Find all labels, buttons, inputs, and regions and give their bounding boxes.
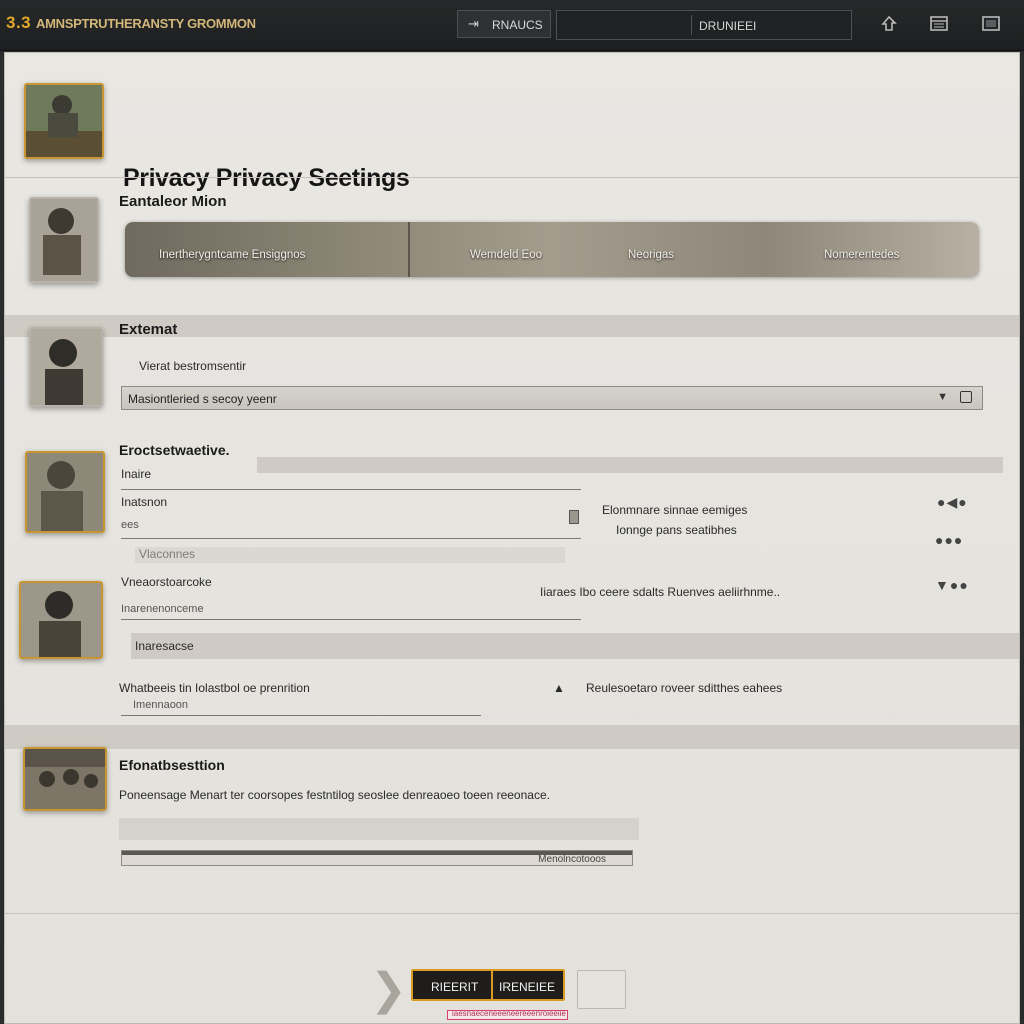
- section-notifications-heading: Efonatbsesttion: [119, 757, 225, 773]
- section-notifications-thumbnail: [23, 747, 107, 811]
- section-fields-thumbnail-2: [19, 581, 103, 659]
- nav-arrow-icon: ⇥: [468, 16, 479, 31]
- section-fields-thumbnail: [25, 451, 105, 533]
- group-image-icon: [25, 749, 105, 809]
- section-external-heading: Extemat: [119, 321, 178, 338]
- notifications-progress-bar[interactable]: Menolncotooos: [121, 850, 633, 866]
- field4-input[interactable]: [121, 715, 481, 716]
- section-band: [135, 547, 565, 563]
- field2-input[interactable]: [121, 538, 581, 539]
- strip-item[interactable]: Inertherygntcame Ensiggnos: [125, 222, 410, 277]
- soldier-avatar-icon: [31, 199, 97, 281]
- divider: [5, 177, 1019, 178]
- nav-tab-label: RNAUCS: [492, 18, 543, 32]
- toggle-switch[interactable]: ▼●●: [935, 577, 969, 593]
- strip-item-label: Wemdeld Eoo: [470, 249, 543, 261]
- chevron-right-icon[interactable]: ❯: [370, 964, 407, 1015]
- media-strip[interactable]: Inertherygntcame Ensiggnos Wemdeld Eoo N…: [125, 222, 979, 277]
- footer-link-text: iaesnaeceneeeneereeenroieeiie: [452, 1009, 566, 1018]
- strip-item-label: Neorigas: [628, 249, 675, 261]
- search-input[interactable]: DRUNIEEI: [556, 10, 852, 40]
- notifications-slider[interactable]: [119, 818, 639, 840]
- right-option3: Reulesoetaro roveer sditthes eahees: [586, 681, 783, 695]
- section-band: [131, 633, 1019, 659]
- notifications-description: Poneensage Menart ter coorsopes festntil…: [119, 788, 550, 802]
- field3-value: Inarenenonceme: [121, 603, 204, 615]
- toggle-switch[interactable]: ●●●: [935, 532, 963, 548]
- nav-tab-button[interactable]: ⇥ RNAUCS: [457, 10, 551, 38]
- strip-item[interactable]: Wemdeld Eoo: [410, 222, 610, 277]
- soldier-avatar-icon: [27, 453, 103, 531]
- external-dropdown[interactable]: Masiontleried s secoy yeenr ▼: [121, 386, 983, 410]
- top-bar: 3.3 AMNSPTRUTHERANSTY GROMMON ⇥ RNAUCS D…: [0, 0, 1024, 51]
- section-fields-heading: Eroctsetwaetive.: [119, 442, 230, 458]
- field-clear-icon[interactable]: [569, 510, 579, 524]
- header-thumbnail: [24, 83, 104, 159]
- warning-icon: ▲: [553, 681, 565, 695]
- primary-right-label[interactable]: IRENEIEE: [499, 980, 555, 994]
- strip-item-label: Inertherygntcame Ensiggnos: [159, 249, 306, 261]
- section-band: [5, 725, 1019, 749]
- chevron-down-icon[interactable]: ▼: [937, 391, 948, 403]
- search-divider: [691, 15, 692, 35]
- settings-panel: Privacy Privacy Seetings Eantaleor Mion …: [4, 52, 1020, 1024]
- section-media-thumbnail: [29, 197, 99, 283]
- brand-number: 3.3: [6, 13, 32, 32]
- secondary-button[interactable]: [577, 970, 626, 1009]
- band-label: Inaresacse: [135, 639, 194, 653]
- primary-action-button[interactable]: RIEERIT IRENEIEE: [411, 969, 565, 1001]
- section-media-heading: Eantaleor Mion: [119, 193, 227, 210]
- field2-value: ees: [121, 519, 139, 531]
- strip-item[interactable]: Nomerentedes: [780, 222, 979, 277]
- field2-label: Inatsnon: [121, 495, 168, 509]
- toggle-switch[interactable]: ●◀●: [937, 494, 968, 511]
- page-title: Privacy Privacy Seetings: [123, 164, 410, 192]
- field3-input[interactable]: [121, 619, 581, 620]
- calendar-icon[interactable]: [960, 391, 972, 403]
- field3-label: Vneaorstoarcoke: [121, 575, 212, 589]
- soldier-avatar-icon: [31, 329, 101, 405]
- field1-label: Inaire: [121, 467, 152, 481]
- button-separator: [491, 971, 493, 999]
- field4-label: Whatbeeis tin Iolastbol oe prenrition: [119, 681, 310, 695]
- section-band: [257, 457, 1003, 473]
- search-label: DRUNIEEI: [699, 19, 757, 33]
- strip-item[interactable]: Neorigas: [610, 222, 780, 277]
- external-label: Vierat bestromsentir: [139, 359, 247, 373]
- right-option1-line2: Ionnge pans seatibhes: [616, 523, 737, 537]
- progress-label: Menolncotooos: [538, 854, 606, 865]
- refresh-icon[interactable]: [879, 14, 899, 34]
- display-icon[interactable]: [929, 14, 949, 34]
- strip-item-label: Nomerentedes: [824, 249, 900, 261]
- right-option2: Iiaraes Ibo ceere sdalts Ruenves aeliirh…: [540, 585, 781, 599]
- field4-placeholder: Imennaoon: [133, 699, 189, 711]
- brand-name[interactable]: AMNSPTRUTHERANSTY GROMMON: [36, 16, 256, 31]
- section-external-thumbnail: [29, 327, 103, 407]
- primary-left-label[interactable]: RIEERIT: [431, 980, 478, 994]
- monitor-icon[interactable]: [981, 14, 1001, 34]
- divider: [5, 913, 1019, 914]
- soldier-avatar-icon: [21, 583, 101, 657]
- dropdown-value: Masiontleried s secoy yeenr: [128, 392, 277, 406]
- landscape-image-icon: [26, 85, 102, 157]
- footer-link[interactable]: iaesnaeceneeeneereeenroieeiie: [447, 1009, 568, 1020]
- right-option1-line1: Elonmnare sinnae eemiges: [602, 503, 748, 517]
- field1-input[interactable]: [121, 489, 581, 490]
